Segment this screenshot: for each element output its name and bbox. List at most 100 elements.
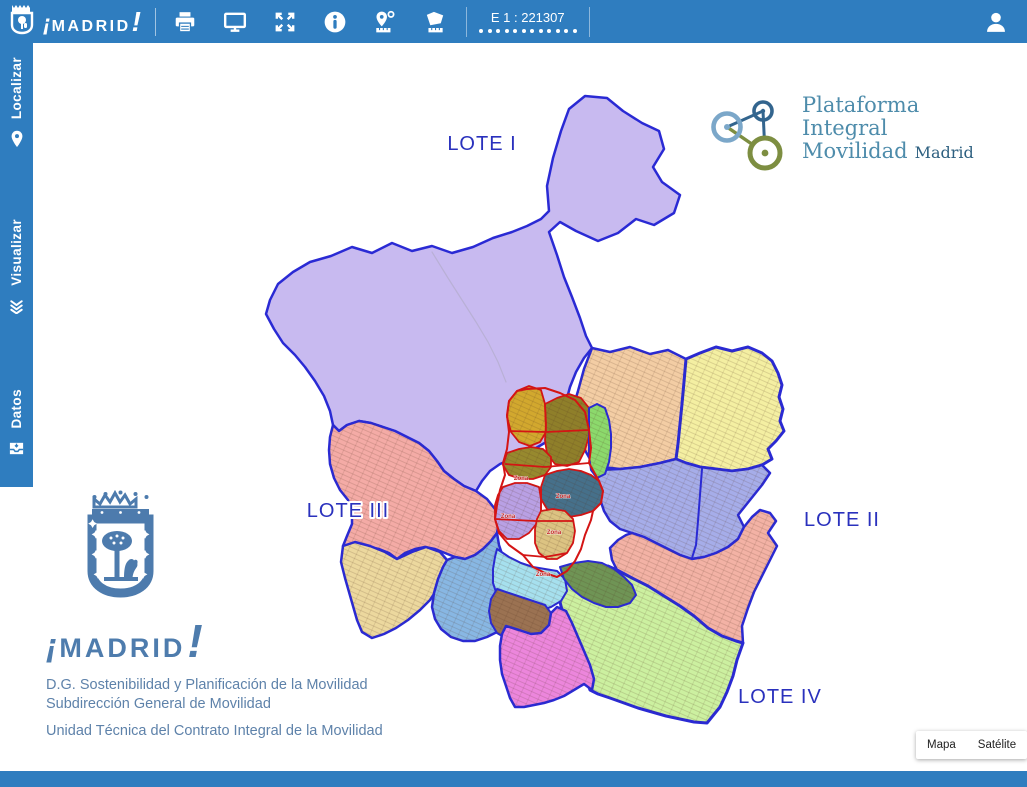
map-region-brown-south [489, 589, 551, 641]
madrid-brand[interactable]: ¡ MADRID ! [0, 3, 151, 40]
fullscreen-button[interactable] [260, 0, 310, 43]
map-region-texture [597, 459, 770, 559]
pim-madrid-suffix: Madrid [915, 143, 974, 162]
user-icon [984, 10, 1008, 34]
map-region-periwinkle-east [597, 459, 770, 559]
map-region-texture [500, 607, 594, 707]
org-line-3: Unidad Técnica del Contrato Integral de … [46, 722, 383, 741]
sidebar-item-localizar[interactable]: Localizar [0, 57, 33, 153]
footer-wordmark: ¡ MADRID ! [46, 618, 383, 664]
pim-logo: Plataforma Integral MovilidadMadrid [704, 88, 974, 176]
lote-label: LOTE IV [738, 686, 822, 708]
zone-label: Zona [514, 476, 529, 482]
map-region-texture [558, 566, 743, 723]
scale-indicator: E 1 : 221307 [466, 7, 590, 37]
map-region-texture [560, 561, 636, 607]
red-zone-divider [509, 430, 589, 432]
map-region-steelblue-southwest [432, 533, 521, 641]
madrid-crest-icon [8, 3, 36, 40]
map-region-texture [535, 509, 575, 559]
pim-network-icon [704, 88, 792, 176]
map-region-zona-olive-east [545, 394, 591, 466]
map-region-texture [545, 394, 591, 466]
org-line-1: D.G. Sostenibilidad y Planificación de l… [46, 676, 383, 695]
zone-label: Zona [536, 572, 551, 578]
pim-logo-text: Plataforma Integral MovilidadMadrid [802, 88, 974, 164]
map-region-zona-mustard [507, 386, 548, 446]
map-region-green-strip-center [589, 404, 611, 478]
map-region-magenta-south [500, 607, 594, 707]
map-region-texture [541, 469, 603, 517]
printer-icon [173, 10, 197, 34]
print-button[interactable] [160, 0, 210, 43]
map-region-green-lote4 [558, 566, 743, 723]
user-button[interactable] [971, 0, 1021, 43]
map-boundary-line [692, 469, 702, 558]
map-region-darkgreen-southeast [560, 561, 636, 607]
map-region-yellow-east [676, 347, 784, 471]
monitor-icon [223, 10, 247, 34]
red-zone-divider [523, 553, 567, 557]
zone-label: Zona [501, 514, 516, 520]
madrid-crest-large-icon [78, 489, 164, 611]
layers-icon [8, 297, 25, 319]
organization-lines: D.G. Sostenibilidad y Planificación de l… [46, 676, 383, 741]
sidebar-label-visualizar: Visualizar [9, 219, 24, 286]
map-region-texture [610, 510, 777, 643]
measure-distance-button[interactable] [360, 0, 410, 43]
map-region-salmon-southeast [610, 510, 777, 643]
org-line-2: Subdirección General de Movilidad [46, 695, 383, 714]
map-pin-icon [9, 130, 25, 153]
bottom-bar [0, 771, 1027, 787]
map-region-texture [493, 549, 567, 613]
sidebar-item-visualizar[interactable]: Visualizar [0, 219, 33, 319]
toolbar-separator [155, 8, 156, 36]
pim-line-1: Plataforma [802, 94, 974, 117]
scale-label: E 1 : 221307 [491, 10, 565, 25]
madrid-footer-brand: ¡ MADRID ! D.G. Sostenibilidad y Planifi… [46, 489, 383, 741]
red-zone-divider [505, 463, 589, 467]
fullscreen-icon [273, 10, 297, 34]
data-tray-icon [8, 440, 25, 462]
measure-distance-icon [373, 10, 397, 34]
pim-madrid-app: ZonaZonaZonaZonaZonaLOTE ILOTE IILOTE II… [0, 0, 1027, 787]
map-type-satelite-button[interactable]: Satélite [967, 731, 1027, 759]
zone-label: Zona [556, 494, 571, 500]
map-region-cyan-south [493, 549, 567, 613]
info-icon [323, 10, 347, 34]
pim-line-3: MovilidadMadrid [802, 140, 974, 164]
left-sidebar: Localizar Visualizar Datos [0, 43, 33, 487]
info-button[interactable] [310, 0, 360, 43]
map-region-zona-tan-center [535, 509, 575, 559]
map-region-zona-violet [495, 483, 541, 539]
brand-wordmark: ¡ MADRID ! [43, 8, 141, 36]
screen-button[interactable] [210, 0, 260, 43]
sidebar-item-datos[interactable]: Datos [0, 389, 33, 462]
zone-label: Zona [547, 530, 562, 536]
map-region-texture [495, 483, 541, 539]
sidebar-label-datos: Datos [9, 389, 24, 429]
map-region-texture [572, 347, 686, 469]
map-region-lote1-north [266, 96, 680, 491]
scale-dots [479, 29, 577, 33]
map-region-zona-teal [541, 469, 603, 517]
pim-line-2: Integral [802, 117, 974, 140]
map-region-texture [676, 347, 784, 471]
map-type-mapa-button[interactable]: Mapa [916, 731, 967, 759]
map-region-zona-olive-west [503, 447, 551, 479]
map-region-texture [432, 533, 521, 641]
measure-area-button[interactable] [410, 0, 460, 43]
map-region-texture [489, 589, 551, 641]
map-region-texture [589, 404, 611, 478]
red-zone-divider [545, 404, 546, 432]
map-region-peach-northeast [572, 347, 686, 469]
map-region-texture [503, 447, 551, 479]
central-red-zone-boundary [495, 388, 603, 577]
sidebar-label-localizar: Localizar [9, 57, 24, 119]
lote-label: LOTE I [447, 133, 516, 155]
measure-area-icon [423, 10, 447, 34]
red-zone-divider [495, 519, 573, 521]
top-toolbar: ¡ MADRID ! [0, 0, 1027, 43]
map-boundary-line [432, 252, 506, 382]
map-region-texture [507, 386, 548, 446]
